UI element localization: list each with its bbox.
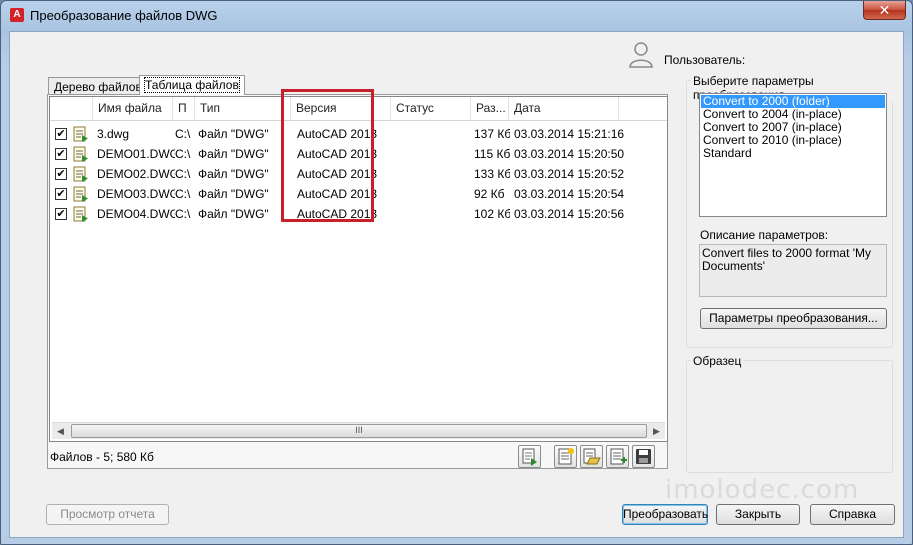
cell-path: C:\ — [175, 187, 191, 201]
cell-version: AutoCAD 2013 — [297, 187, 378, 201]
window-title: Преобразование файлов DWG — [30, 8, 218, 23]
list-header: Имя файла П Тип Версия Статус Раз... Дат… — [50, 97, 667, 121]
column-header-checkbox[interactable] — [50, 97, 93, 120]
description-label: Описание параметров: — [700, 228, 829, 242]
add-files-icon — [522, 448, 537, 466]
column-header-size[interactable]: Раз... — [471, 97, 509, 120]
column-header-version[interactable]: Версия — [291, 97, 391, 120]
watermark: imolodec.com — [665, 475, 860, 505]
table-row[interactable]: ✔ DEMO03.DWG C:\ Файл "DWG" AutoCAD 2013 92 К… — [50, 184, 667, 204]
title-bar[interactable]: A Преобразование файлов DWG ✕ — [1, 1, 912, 31]
save-list-button[interactable] — [632, 445, 655, 468]
close-button[interactable]: Закрыть — [716, 504, 800, 525]
tab-file-table-label: Таблица файлов — [144, 77, 240, 93]
cell-type: Файл "DWG" — [198, 127, 269, 141]
row-checkbox[interactable]: ✔ — [55, 168, 67, 180]
save-disk-icon — [636, 449, 651, 464]
column-header-date[interactable]: Дата — [509, 97, 619, 120]
open-list-icon — [583, 448, 601, 465]
column-header-type[interactable]: Тип — [195, 97, 291, 120]
file-table-panel: Имя файла П Тип Версия Статус Раз... Дат… — [47, 94, 668, 469]
autocad-app-icon: A — [10, 8, 24, 22]
cell-type: Файл "DWG" — [198, 207, 269, 221]
cell-date: 03.03.2014 15:20:56 — [514, 207, 625, 221]
new-list-icon — [558, 448, 574, 465]
horizontal-scrollbar[interactable]: ◀ III ▶ — [52, 422, 665, 439]
tab-file-tree[interactable]: Дерево файлов — [48, 77, 148, 95]
cell-type: Файл "DWG" — [198, 167, 269, 181]
convert-button[interactable]: Преобразовать — [622, 504, 708, 525]
cell-path: C:\ — [175, 147, 191, 161]
cell-version: AutoCAD 2013 — [297, 167, 378, 181]
column-header-path[interactable]: П — [173, 97, 195, 120]
window-close-button[interactable]: ✕ — [863, 1, 906, 20]
dwg-file-icon — [73, 186, 88, 202]
conversion-option[interactable]: Standard — [701, 147, 885, 160]
table-row[interactable]: ✔ DEMO01.DWG C:\ Файл "DWG" AutoCAD 2013 115 … — [50, 144, 667, 164]
dwg-file-icon — [73, 206, 88, 222]
row-checkbox[interactable]: ✔ — [55, 188, 67, 200]
row-checkbox[interactable]: ✔ — [55, 208, 67, 220]
cell-version: AutoCAD 2013 — [297, 147, 378, 161]
cell-version: AutoCAD 2013 — [297, 207, 378, 221]
table-row[interactable]: ✔ DEMO02.DWG C:\ Файл "DWG" AutoCAD 2013 133 … — [50, 164, 667, 184]
new-list-button[interactable] — [554, 445, 577, 468]
cell-size: 115 Кб — [474, 147, 510, 161]
row-checkbox[interactable]: ✔ — [55, 148, 67, 160]
help-button[interactable]: Справка — [810, 504, 895, 525]
cell-name: DEMO02.DWG — [97, 167, 175, 181]
table-row[interactable]: ✔ 3.dwg C:\ Файл "DWG" AutoCAD 2013 137 Кб 03.… — [50, 124, 667, 144]
scroll-right-arrow-icon[interactable]: ▶ — [648, 423, 665, 440]
cell-name: DEMO01.DWG — [97, 147, 175, 161]
cell-size: 137 Кб — [474, 127, 510, 141]
cell-path: C:\ — [175, 127, 191, 141]
row-checkbox[interactable]: ✔ — [55, 128, 67, 140]
scroll-thumb[interactable]: III — [71, 424, 647, 438]
table-row[interactable]: ✔ DEMO04.DWG C:\ Файл "DWG" AutoCAD 2013 102 … — [50, 204, 667, 224]
sample-title: Образец — [691, 354, 744, 368]
cell-name: 3.dwg — [97, 127, 130, 141]
user-icon — [629, 42, 653, 68]
cell-version: AutoCAD 2013 — [297, 127, 378, 141]
column-header-status[interactable]: Статус — [391, 97, 471, 120]
dwg-file-icon — [73, 166, 88, 182]
tab-file-table[interactable]: Таблица файлов — [139, 75, 245, 95]
description-text: Convert files to 2000 format 'My Documen… — [699, 244, 887, 297]
append-list-icon — [610, 448, 627, 465]
cell-date: 03.03.2014 15:20:52 — [514, 167, 625, 181]
conversion-setups-list[interactable]: Convert to 2000 (folder) Convert to 2004 … — [699, 93, 887, 217]
cell-path: C:\ — [175, 207, 191, 221]
cell-date: 03.03.2014 15:20:54 — [514, 187, 625, 201]
append-list-button[interactable] — [606, 445, 629, 468]
cell-path: C:\ — [175, 167, 191, 181]
conversion-setups-button[interactable]: Параметры преобразования... — [700, 308, 887, 329]
dialog-client-area: Пользователь: Дерево файлов Таблица файл… — [9, 31, 904, 538]
dwg-file-icon — [73, 126, 88, 142]
open-list-button[interactable] — [580, 445, 603, 468]
cell-size: 102 Кб — [474, 207, 510, 221]
sample-group — [686, 360, 893, 473]
file-count-summary: Файлов - 5; 580 Кб — [50, 450, 154, 464]
view-report-button[interactable]: Просмотр отчета — [46, 504, 169, 525]
cell-name: DEMO04.DWG — [97, 207, 175, 221]
file-list[interactable]: Имя файла П Тип Версия Статус Раз... Дат… — [49, 96, 668, 442]
cell-date: 03.03.2014 15:21:16 — [514, 127, 625, 141]
scroll-left-arrow-icon[interactable]: ◀ — [52, 423, 69, 440]
dwg-file-icon — [73, 146, 88, 162]
column-header-name[interactable]: Имя файла — [93, 97, 173, 120]
cell-type: Файл "DWG" — [198, 187, 269, 201]
cell-size: 92 Кб — [474, 187, 505, 201]
add-files-button[interactable] — [518, 445, 541, 468]
dialog-window: A Преобразование файлов DWG ✕ Пользовате… — [0, 0, 913, 545]
cell-date: 03.03.2014 15:20:50 — [514, 147, 625, 161]
user-label: Пользователь: — [664, 53, 746, 67]
cell-size: 133 Кб — [474, 167, 510, 181]
cell-type: Файл "DWG" — [198, 147, 269, 161]
cell-name: DEMO03.DWG — [97, 187, 175, 201]
tab-file-tree-label: Дерево файлов — [54, 80, 142, 94]
